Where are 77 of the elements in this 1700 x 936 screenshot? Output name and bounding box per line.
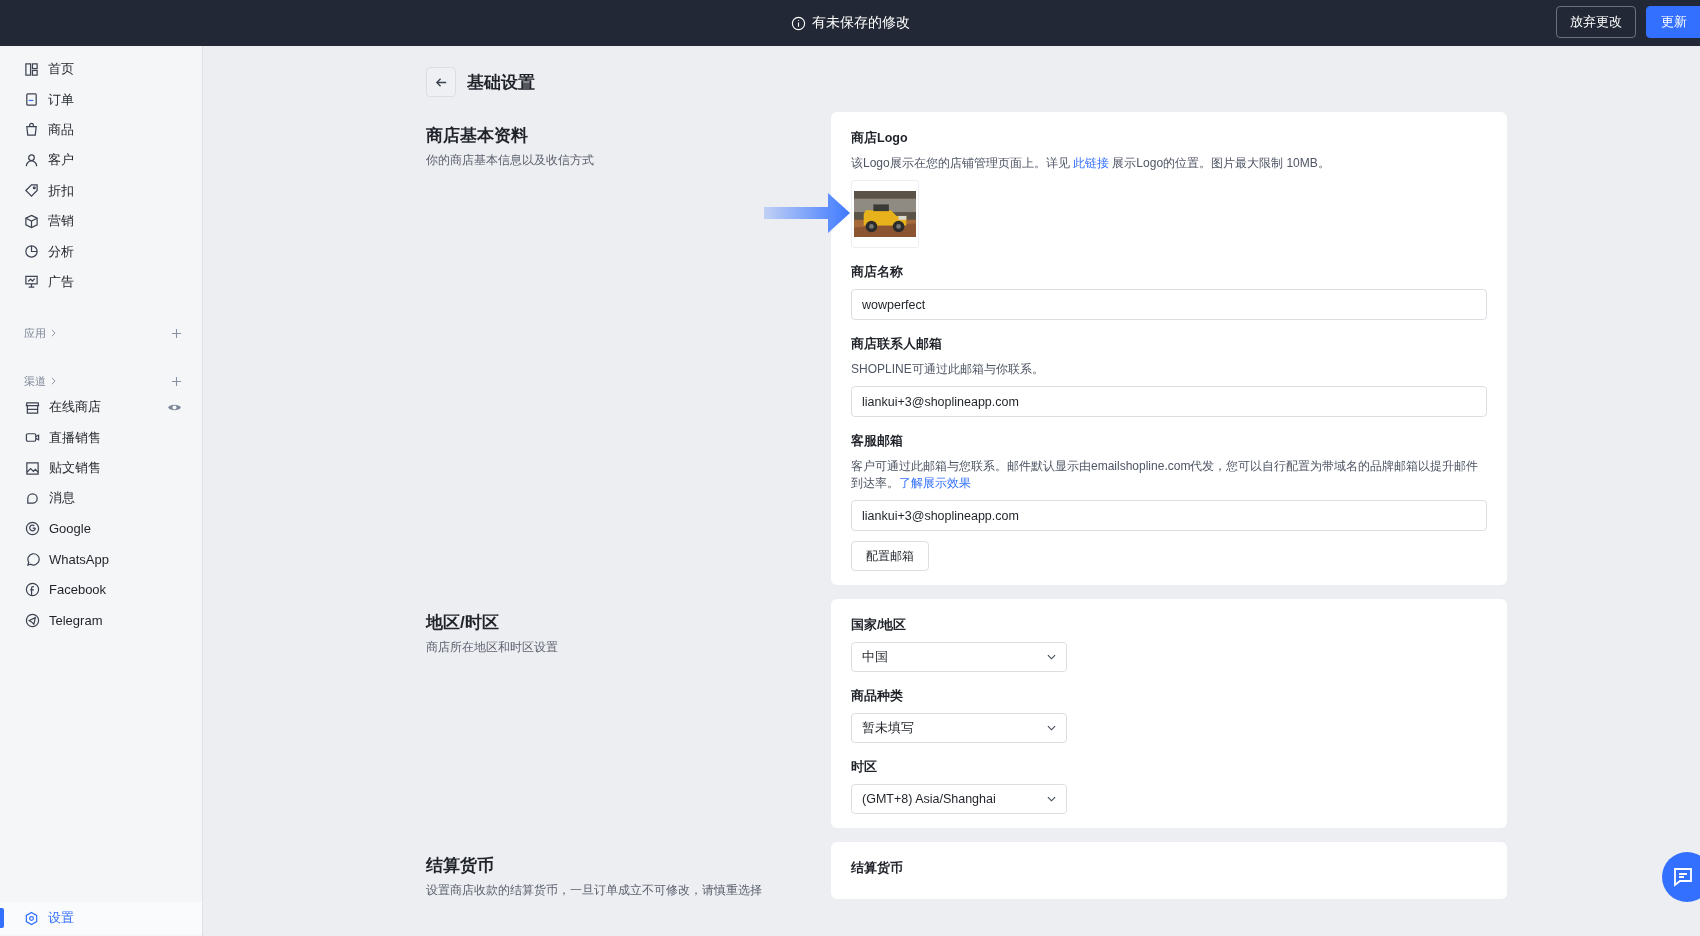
text-field[interactable]: wowperfect bbox=[851, 289, 1487, 320]
chevron-right-icon bbox=[51, 377, 56, 386]
chat-icon bbox=[25, 491, 40, 506]
facebook-icon bbox=[25, 582, 40, 598]
monitor-icon bbox=[24, 274, 39, 290]
chat-button[interactable] bbox=[1662, 852, 1700, 902]
help-link[interactable]: 此链接 bbox=[1073, 156, 1110, 170]
update-button[interactable]: 更新 bbox=[1646, 6, 1700, 38]
page-title: 基础设置 bbox=[467, 71, 535, 94]
nav-item[interactable]: 客户 bbox=[0, 145, 202, 176]
whatsapp-icon bbox=[25, 551, 40, 567]
section-title: 地区/时区 bbox=[426, 612, 500, 634]
section-description: 设置商店收款的结算货币，一旦订单成立不可修改，请慎重选择 bbox=[426, 883, 763, 898]
field-label: 时区 bbox=[851, 759, 878, 776]
nav-item[interactable]: Facebook bbox=[0, 574, 202, 605]
bag-icon bbox=[24, 122, 39, 138]
nav-item[interactable]: 分析 bbox=[0, 236, 202, 267]
field-label: 国家/地区 bbox=[851, 617, 908, 634]
nav-item[interactable]: 直播销售 bbox=[0, 422, 202, 453]
telegram-icon bbox=[25, 612, 40, 628]
image-icon bbox=[25, 460, 40, 476]
section-description: 商店所在地区和时区设置 bbox=[426, 640, 559, 655]
text-field[interactable]: liankui+3@shoplineapp.com bbox=[851, 386, 1487, 417]
dropdown[interactable]: 暂未填写 bbox=[851, 713, 1067, 743]
field-label: 商店联系人邮箱 bbox=[851, 336, 943, 353]
message-icon bbox=[1671, 865, 1695, 889]
nav-item[interactable]: 在线商店 bbox=[0, 392, 202, 423]
nav-item[interactable]: 订单 bbox=[0, 84, 202, 115]
discard-button[interactable]: 放弃更改 bbox=[1556, 6, 1636, 38]
section-title: 结算货币 bbox=[426, 855, 495, 877]
add-icon[interactable] bbox=[171, 375, 182, 387]
text-field[interactable]: liankui+3@shoplineapp.com bbox=[851, 500, 1487, 531]
settings-nav-item[interactable]: 设置 bbox=[0, 902, 202, 934]
person-icon bbox=[24, 152, 39, 168]
chevron-right-icon bbox=[51, 329, 56, 338]
configure-email-button[interactable]: 配置邮箱 bbox=[851, 541, 929, 571]
pie-chart-icon bbox=[24, 244, 39, 260]
dropdown[interactable]: 中国 bbox=[851, 642, 1067, 672]
nav-item[interactable]: WhatsApp bbox=[0, 544, 202, 575]
dashboard-icon bbox=[24, 61, 39, 77]
nav-item[interactable]: 贴文销售 bbox=[0, 452, 202, 484]
nav-item[interactable]: 消息 bbox=[0, 483, 202, 514]
nav-item[interactable]: 折扣 bbox=[0, 175, 202, 206]
channels-header[interactable]: 渠道 bbox=[24, 373, 46, 389]
logo-thumbnail[interactable] bbox=[851, 180, 919, 248]
dropdown[interactable]: (GMT+8) Asia/Shanghai bbox=[851, 784, 1067, 814]
add-icon[interactable] bbox=[171, 327, 182, 339]
nav-item[interactable]: 首页 bbox=[0, 54, 202, 85]
nav-item[interactable]: Telegram bbox=[0, 604, 202, 636]
chevron-down-icon bbox=[1047, 796, 1056, 802]
help-text: 客户可通过此邮箱与您联系。邮件默认显示由emailshopline.com代发，您可以自行配置为带域名的品牌邮箱以提升邮件到达率。了解展示效果 bbox=[851, 458, 1480, 492]
help-link[interactable]: 了解展示效果 bbox=[899, 476, 971, 490]
info-icon bbox=[790, 15, 806, 31]
help-text: 该Logo展示在您的店铺管理页面上。详见 此链接 展示Logo的位置。图片最大限制 10MB。 bbox=[851, 155, 1331, 172]
store-icon bbox=[25, 399, 40, 415]
tag-icon bbox=[24, 183, 39, 199]
field-label: 结算货币 bbox=[851, 860, 904, 877]
nav-item[interactable]: 营销 bbox=[0, 205, 202, 237]
field-label: 客服邮箱 bbox=[851, 433, 904, 450]
chevron-down-icon bbox=[1047, 654, 1056, 660]
help-text: SHOPLINE可通过此邮箱与你联系。 bbox=[851, 361, 1045, 378]
back-button[interactable] bbox=[426, 67, 456, 97]
chevron-down-icon bbox=[1047, 725, 1056, 731]
nav-item[interactable]: 广告 bbox=[0, 266, 202, 298]
nav-item[interactable]: Google bbox=[0, 513, 202, 545]
apps-header[interactable]: 应用 bbox=[24, 325, 46, 341]
section-description: 你的商店基本信息以及收信方式 bbox=[426, 153, 595, 168]
field-label: 商店名称 bbox=[851, 264, 904, 281]
cube-icon bbox=[24, 213, 39, 229]
settings-icon bbox=[24, 910, 39, 926]
field-label: 商店Logo bbox=[851, 130, 909, 147]
unsaved-notice: 有未保存的修改 bbox=[811, 14, 910, 32]
document-icon bbox=[24, 92, 39, 108]
section-title: 商店基本资料 bbox=[426, 125, 529, 147]
field-label: 商品种类 bbox=[851, 688, 904, 705]
nav-item[interactable]: 商品 bbox=[0, 114, 202, 146]
google-icon bbox=[25, 521, 40, 537]
